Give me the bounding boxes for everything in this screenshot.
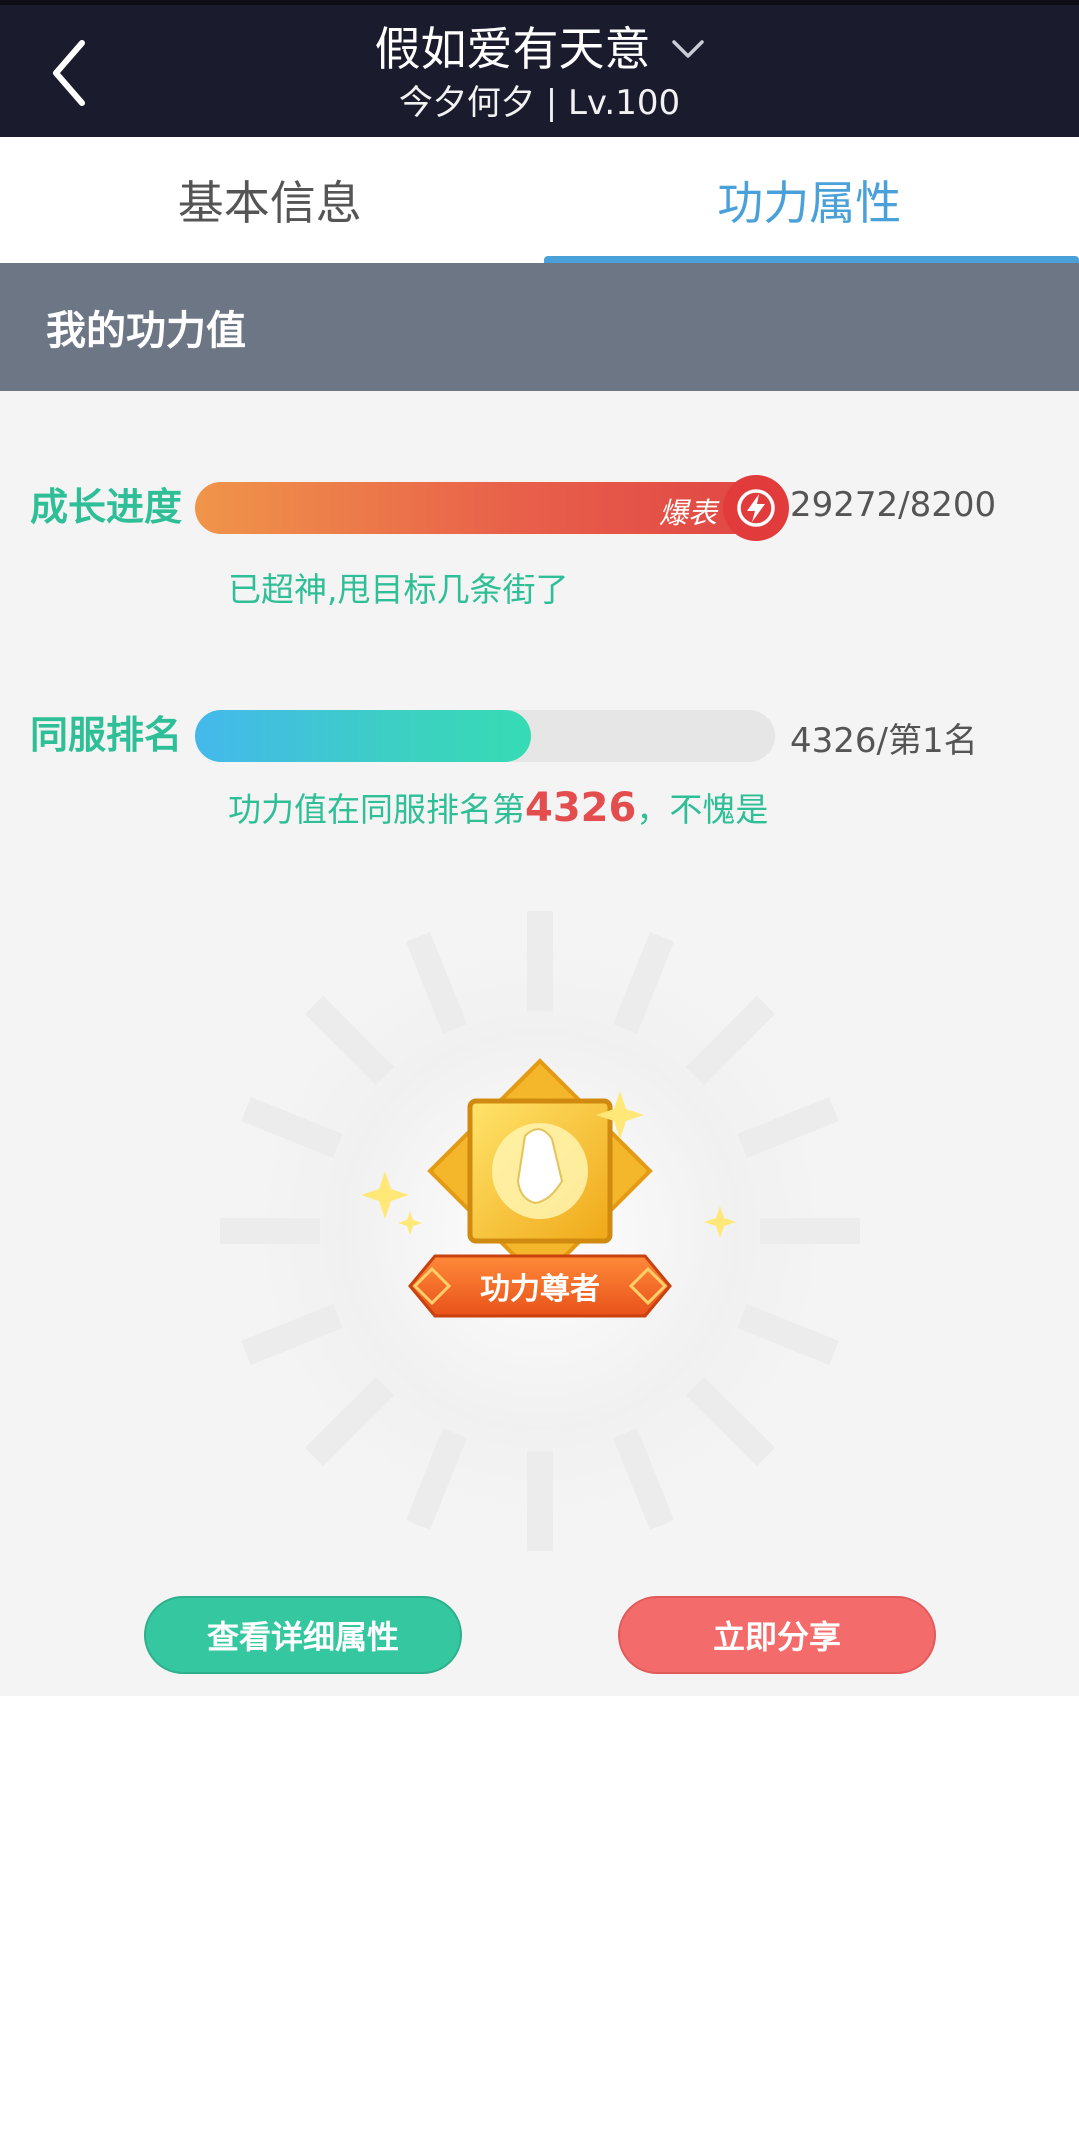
share-button[interactable]: 立即分享 bbox=[618, 1596, 936, 1674]
section-title: 我的功力值 bbox=[46, 308, 246, 354]
page-subtitle: 今夕何夕 | Lv.100 bbox=[398, 83, 681, 123]
chevron-down-icon bbox=[671, 40, 704, 58]
tab-basic-info[interactable]: 基本信息 bbox=[0, 137, 540, 263]
growth-progress-bar: 爆表 bbox=[195, 475, 789, 541]
section-header: 我的功力值 bbox=[0, 263, 1079, 391]
rank-progress-bar bbox=[195, 710, 775, 762]
badge-illustration: 功力尊者 bbox=[210, 901, 870, 1561]
rank-progress-fill bbox=[195, 710, 532, 762]
power-content: 成长进度 爆表 29272/8200 已超神,甩目标几条街了 同服排名 4326… bbox=[0, 391, 1079, 1696]
badge-title: 功力尊者 bbox=[480, 1272, 600, 1307]
top-nav-bar: 假如爱有天意 今夕何夕 | Lv.100 bbox=[0, 0, 1079, 137]
rank-label: 同服排名 bbox=[30, 713, 183, 757]
rank-desc-prefix: 功力值在同服排名第 bbox=[228, 790, 525, 829]
lightning-icon bbox=[723, 475, 789, 541]
growth-value: 29272/8200 bbox=[790, 485, 997, 525]
rank-desc-suffix: ，不愧是 bbox=[636, 790, 769, 829]
growth-label: 成长进度 bbox=[30, 485, 183, 529]
rank-value: 4326/第1名 bbox=[790, 721, 978, 761]
title-block: 假如爱有天意 今夕何夕 | Lv.100 bbox=[0, 19, 1079, 125]
growth-description: 已超神,甩目标几条街了 bbox=[228, 570, 569, 609]
rank-number: 4326 bbox=[525, 785, 637, 831]
page-title: 假如爱有天意 bbox=[374, 22, 651, 76]
burst-badge-label: 爆表 bbox=[658, 496, 717, 530]
title-badge: 功力尊者 bbox=[190, 881, 890, 1581]
tab-power-attributes[interactable]: 功力属性 bbox=[540, 137, 1079, 263]
tab-bar: 基本信息 功力属性 bbox=[0, 137, 1079, 263]
role-switcher[interactable]: 假如爱有天意 bbox=[375, 19, 705, 79]
rank-description: 功力值在同服排名第4326，不愧是 bbox=[228, 783, 768, 831]
view-details-button[interactable]: 查看详细属性 bbox=[144, 1596, 462, 1674]
